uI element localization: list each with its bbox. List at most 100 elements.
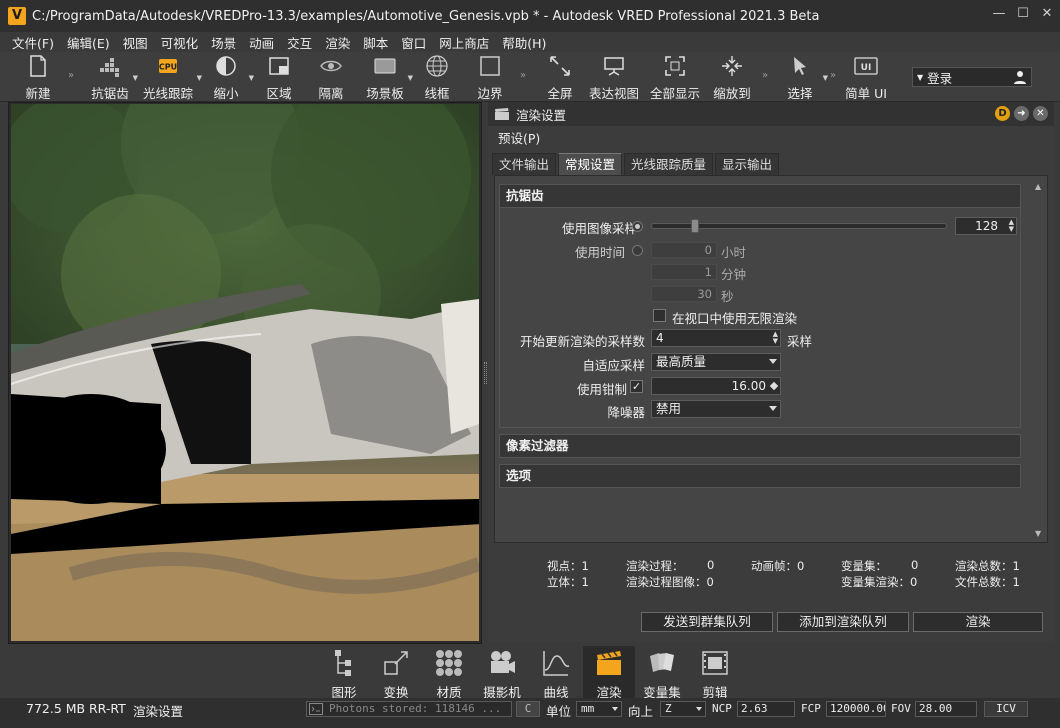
settings-scrollbar[interactable]: ▲ ▼ bbox=[1033, 182, 1043, 538]
fcp-field[interactable]: 120000.00 bbox=[826, 701, 886, 717]
menu-file[interactable]: 文件(F) bbox=[12, 33, 54, 52]
stat-stereo: 立体：1 bbox=[547, 575, 589, 589]
maximize-button[interactable]: ☐ bbox=[1016, 6, 1030, 21]
seconds-field[interactable]: 30 bbox=[651, 286, 717, 302]
options-section-header[interactable]: 选项 bbox=[499, 464, 1021, 488]
boundary-label: 边界 bbox=[477, 86, 503, 101]
minutes-field[interactable]: 1 bbox=[651, 264, 717, 280]
svg-text:CPU: CPU bbox=[159, 63, 177, 72]
console-clear-button[interactable]: C bbox=[516, 701, 540, 717]
window-controls: — ☐ ✕ bbox=[992, 6, 1054, 21]
tab-display-output[interactable]: 显示输出 bbox=[715, 153, 780, 175]
unit-select[interactable]: mm bbox=[576, 701, 622, 717]
use-time-radio[interactable] bbox=[632, 245, 643, 256]
surface-view-button[interactable]: 表达视图 bbox=[584, 54, 644, 101]
start-refresh-spinbox[interactable]: 4 ▲ ▼ bbox=[651, 329, 781, 347]
module-variant-sets[interactable]: 变量集 bbox=[636, 646, 688, 700]
fov-field[interactable]: 28.00 bbox=[915, 701, 977, 717]
simple-ui-button[interactable]: UI 简单 UI bbox=[836, 54, 896, 101]
antialias-section-header[interactable]: 抗锯齿 bbox=[499, 184, 1021, 208]
menu-visualization[interactable]: 可视化 bbox=[161, 33, 199, 52]
new-button[interactable]: 新建 bbox=[8, 54, 68, 101]
image-samples-slider-knob[interactable] bbox=[691, 219, 700, 233]
tab-file-output[interactable]: 文件输出 bbox=[492, 153, 557, 175]
infinite-render-checkbox[interactable] bbox=[653, 309, 666, 322]
module-materials[interactable]: 材质 bbox=[423, 646, 475, 700]
zoom-to-button[interactable]: 缩放到 bbox=[702, 54, 762, 101]
clamp-value-field[interactable]: 16.00 bbox=[651, 377, 781, 395]
close-button[interactable]: ✕ bbox=[1040, 6, 1054, 21]
stat-render-pass: 渲染过程： bbox=[626, 559, 684, 573]
hours-field[interactable]: 0 bbox=[651, 242, 717, 258]
scroll-up-icon[interactable]: ▲ bbox=[1035, 182, 1041, 191]
module-graph[interactable]: 图形 bbox=[318, 646, 370, 700]
settings-tabs: 文件输出 常规设置 光线跟踪质量 显示输出 bbox=[492, 153, 781, 175]
menu-interaction[interactable]: 交互 bbox=[287, 33, 312, 52]
pixel-filter-section-header[interactable]: 像素过滤器 bbox=[499, 434, 1021, 458]
raytrace-button[interactable]: CPU 光线跟踪 ▼ bbox=[138, 54, 202, 101]
render-button[interactable]: 渲染 bbox=[913, 612, 1043, 632]
console-output[interactable]: Photons stored: 118146 ... bbox=[306, 701, 512, 717]
menu-edit[interactable]: 编辑(E) bbox=[67, 33, 110, 52]
forward-arrow-icon[interactable]: ➜ bbox=[1014, 106, 1029, 121]
tab-general-settings[interactable]: 常规设置 bbox=[558, 153, 623, 175]
module-transform[interactable]: 变换 bbox=[370, 646, 422, 700]
svg-text:UI: UI bbox=[861, 63, 872, 73]
panel-header: 渲染设置 D ➜ ✕ bbox=[488, 102, 1054, 126]
menu-script[interactable]: 脚本 bbox=[363, 33, 388, 52]
boundary-button[interactable]: 边界 bbox=[460, 54, 520, 101]
render-viewport[interactable] bbox=[11, 104, 479, 641]
menu-view[interactable]: 视图 bbox=[123, 33, 148, 52]
select-dropdown-icon[interactable]: ▼ bbox=[823, 74, 828, 82]
denoiser-select[interactable]: 禁用 bbox=[651, 400, 781, 418]
menu-help[interactable]: 帮助(H) bbox=[502, 33, 546, 52]
login-dropdown[interactable]: ▼ 登录 bbox=[912, 67, 1032, 87]
scroll-down-icon[interactable]: ▼ bbox=[1035, 529, 1041, 538]
show-all-button[interactable]: 全部显示 bbox=[645, 54, 705, 101]
tab-raytracing-quality[interactable]: 光线跟踪质量 bbox=[624, 153, 714, 175]
shrink-button[interactable]: 缩小 ▼ bbox=[196, 54, 256, 101]
menu-animation[interactable]: 动画 bbox=[249, 33, 274, 52]
module-curves[interactable]: 曲线 bbox=[530, 646, 582, 700]
ncp-field[interactable]: 2.63 bbox=[737, 701, 795, 717]
chevron-down-icon bbox=[612, 707, 618, 711]
icv-button[interactable]: ICV bbox=[984, 701, 1028, 717]
main-toolbar: 新建 » 抗锯齿 ▼ CPU 光线跟踪 ▼ 缩小 ▼ 区域 隔离 场景板 ▼ 线… bbox=[0, 52, 1060, 102]
keyframe-diamond-icon[interactable] bbox=[769, 381, 779, 391]
menu-window[interactable]: 窗口 bbox=[401, 33, 426, 52]
send-to-cluster-button[interactable]: 发送到群集队列 bbox=[641, 612, 773, 632]
region-button[interactable]: 区域 bbox=[249, 54, 309, 101]
add-to-render-queue-button[interactable]: 添加到渲染队列 bbox=[777, 612, 909, 632]
menu-scene[interactable]: 场景 bbox=[211, 33, 236, 52]
adaptive-sampling-value: 最高质量 bbox=[656, 354, 707, 369]
image-samples-spinbox[interactable]: 128 ▲ ▼ bbox=[955, 217, 1017, 235]
menu-store[interactable]: 网上商店 bbox=[439, 33, 489, 52]
fov-label: FOV bbox=[891, 702, 911, 715]
unit-label: 单位 bbox=[546, 704, 572, 719]
wireframe-button[interactable]: 线框 bbox=[407, 54, 467, 101]
minimize-button[interactable]: — bbox=[992, 6, 1006, 21]
wireframe-sphere-icon bbox=[426, 55, 448, 77]
start-refresh-value: 4 bbox=[656, 331, 664, 345]
preset-menu[interactable]: 预设(P) bbox=[498, 128, 540, 147]
up-axis-select[interactable]: Z bbox=[660, 701, 706, 717]
scene-plate-button[interactable]: 场景板 ▼ bbox=[355, 54, 415, 101]
module-render[interactable]: 渲染 bbox=[583, 646, 635, 700]
panel-splitter-handle[interactable] bbox=[484, 362, 487, 384]
wireframe-label: 线框 bbox=[424, 86, 450, 101]
close-panel-icon[interactable]: ✕ bbox=[1033, 106, 1048, 121]
antialias-button[interactable]: 抗锯齿 ▼ bbox=[80, 54, 140, 101]
fullscreen-button[interactable]: 全屏 bbox=[530, 54, 590, 101]
image-samples-radio[interactable] bbox=[632, 221, 643, 232]
spin-arrows-icon[interactable]: ▲ ▼ bbox=[1009, 219, 1014, 233]
module-camera[interactable]: 摄影机 bbox=[476, 646, 528, 700]
use-clamp-checkbox[interactable]: ✓ bbox=[630, 380, 643, 393]
adaptive-sampling-select[interactable]: 最高质量 bbox=[651, 353, 781, 371]
dock-button[interactable]: D bbox=[995, 106, 1010, 121]
spin-arrows-icon[interactable]: ▲ ▼ bbox=[773, 331, 778, 345]
isolate-button[interactable]: 隔离 bbox=[301, 54, 361, 101]
select-button[interactable]: 选择 ▼ bbox=[770, 54, 830, 101]
module-clips[interactable]: 剪辑 bbox=[689, 646, 741, 700]
menu-render[interactable]: 渲染 bbox=[325, 33, 350, 52]
materials-spheres-icon bbox=[436, 650, 462, 676]
